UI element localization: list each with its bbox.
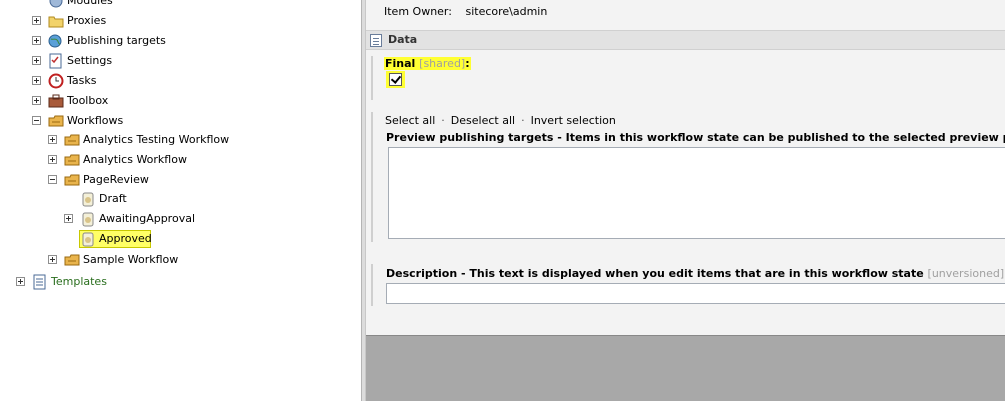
tree-label-analytics-workflow: Analytics Workflow [83,153,187,166]
tree-label-approved: Approved [99,232,152,245]
final-checkbox[interactable] [389,73,402,86]
collapse-icon[interactable] [48,175,57,184]
tree-label-workflows: Workflows [67,114,124,127]
tree-label-analytics-testing-workflow: Analytics Testing Workflow [83,133,230,146]
tree-node-tasks[interactable]: Tasks [0,71,360,91]
workflow-state-icon [80,191,96,207]
final-tag: [shared] [419,57,466,70]
section-header-data[interactable]: Data [366,30,1005,50]
item-owner: Item Owner: sitecore\admin [384,5,547,18]
item-owner-label: Item Owner: [384,5,452,18]
item-owner-value: sitecore\admin [465,5,548,18]
deselect-all-link[interactable]: Deselect all [451,114,515,127]
tree-node-page-review[interactable]: PageReview [0,170,360,190]
workflow-icon [64,132,80,148]
tree-label-toolbox: Toolbox [67,94,109,107]
tree-node-workflows[interactable]: Workflows [0,111,360,131]
invert-selection-link[interactable]: Invert selection [531,114,616,127]
final-label: Final [385,57,416,70]
tree-label-templates: Templates [51,275,107,288]
final-colon: : [465,57,470,70]
select-all-link[interactable]: Select all [385,114,435,127]
item-form: Item Owner: sitecore\admin Data Final [s… [366,0,1005,336]
description-input[interactable] [386,283,1005,304]
link-separator: · [441,114,445,127]
workflow-icon [48,113,64,129]
field-label-preview-targets: Preview publishing targets - Items in th… [386,131,1005,144]
checklist-icon [48,53,64,69]
tree-label-awaiting-approval: AwaitingApproval [99,212,196,225]
tree-label-settings: Settings [67,54,113,67]
link-separator: · [521,114,525,127]
tree-label-proxies: Proxies [67,14,107,27]
workflow-state-icon [80,231,96,247]
tree-node-approved[interactable]: Approved [0,229,360,249]
clock-icon [48,73,64,89]
expand-icon[interactable] [48,135,57,144]
expand-icon[interactable] [32,76,41,85]
folder-icon [48,13,64,29]
field-bar [371,264,373,306]
expand-icon[interactable] [16,277,25,286]
modules-icon [48,0,64,9]
expand-icon[interactable] [32,36,41,45]
tree-label-draft: Draft [99,192,127,205]
tree-label-tasks: Tasks [67,74,97,87]
tree-node-analytics-workflow[interactable]: Analytics Workflow [0,150,360,170]
collapse-icon[interactable] [32,116,41,125]
content-editor: Item Owner: sitecore\admin Data Final [s… [366,0,1005,401]
tree-node-sample-workflow[interactable]: Sample Workflow [0,250,360,270]
workflow-icon [64,172,80,188]
field-label-final: Final [shared]: [384,57,471,70]
tree-label-sample-workflow: Sample Workflow [83,253,179,266]
preview-targets-list[interactable] [388,147,1005,239]
expand-icon[interactable] [32,96,41,105]
section-title: Data [388,33,418,46]
tree-label-publishing-targets: Publishing targets [67,34,166,47]
workflow-icon [64,152,80,168]
description-label: Description - This text is displayed whe… [386,267,924,280]
description-tag: [unversioned] [927,267,1005,280]
expand-icon[interactable] [48,255,57,264]
tree-node-awaiting-approval[interactable]: AwaitingApproval [0,209,360,229]
tree-node-settings[interactable]: Settings [0,51,360,71]
expand-icon[interactable] [64,214,73,223]
selection-links: Select all · Deselect all · Invert selection [385,114,616,127]
expand-icon[interactable] [32,56,41,65]
template-icon [32,274,48,290]
field-label-description: Description - This text is displayed whe… [386,267,1005,280]
tree-node-templates[interactable]: Templates [0,272,360,292]
globe-icon [48,33,64,49]
tree-node-publishing-targets[interactable]: Publishing targets [0,31,360,51]
content-tree: Modules Proxies Publishing targets Setti… [0,0,361,401]
tree-node-draft[interactable]: Draft [0,189,360,209]
field-bar [371,112,373,242]
tree-node-proxies[interactable]: Proxies [0,11,360,31]
tree-node-toolbox[interactable]: Toolbox [0,91,360,111]
workflow-state-icon [80,211,96,227]
tree-label-page-review: PageReview [83,173,149,186]
tree-node-modules[interactable]: Modules [0,0,360,11]
tree-node-analytics-testing-workflow[interactable]: Analytics Testing Workflow [0,130,360,150]
workflow-icon [64,252,80,268]
document-icon [370,34,382,47]
tree-label-modules: Modules [67,0,113,7]
field-bar [371,56,373,100]
toolbox-icon [48,93,64,109]
expand-icon[interactable] [48,155,57,164]
expand-icon[interactable] [32,16,41,25]
